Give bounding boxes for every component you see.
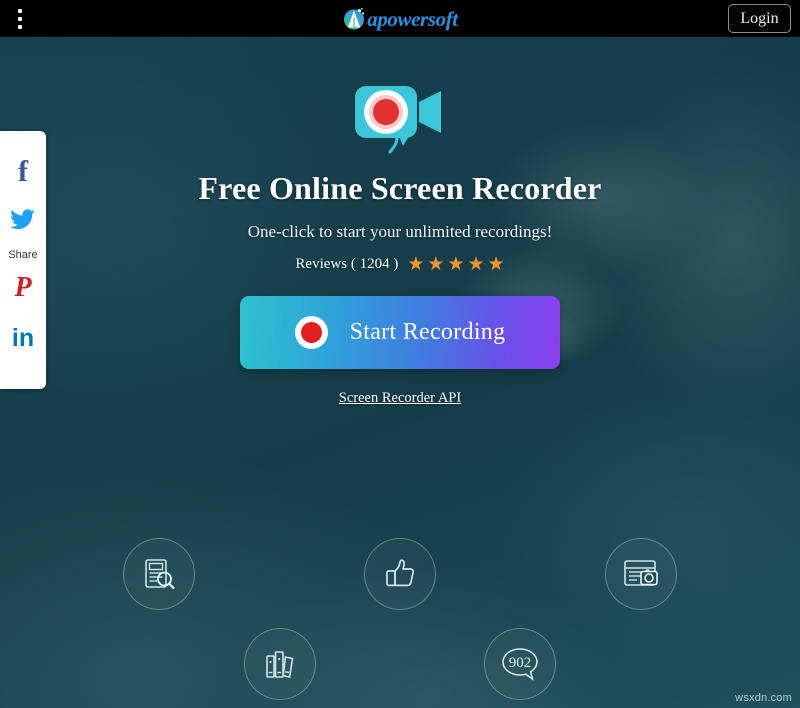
video-camera-record-icon xyxy=(353,80,447,158)
apowersoft-logo-text: apowersoft xyxy=(367,6,458,31)
speech-bubble-count-icon: 902 xyxy=(502,648,538,681)
screen-recorder-api-link[interactable]: Screen Recorder API xyxy=(339,390,461,407)
star-icon: ★ xyxy=(427,254,445,275)
start-recording-button[interactable]: Start Recording xyxy=(240,296,560,369)
login-button[interactable]: Login xyxy=(728,4,791,33)
books-library-icon xyxy=(266,651,294,678)
kebab-dot xyxy=(18,25,22,29)
feature-document-search[interactable] xyxy=(123,538,195,610)
star-icon: ★ xyxy=(447,254,465,275)
share-label: Share xyxy=(8,249,38,261)
social-share-rail: f Share P in xyxy=(0,131,46,389)
share-linkedin-button[interactable]: in xyxy=(0,313,46,363)
star-icon: ★ xyxy=(407,254,425,275)
twitter-icon xyxy=(10,208,36,236)
watermark: wsxdn.com xyxy=(735,692,792,704)
apowersoft-logo[interactable]: apowersoft xyxy=(342,0,458,37)
comment-count-text: 902 xyxy=(509,655,532,671)
top-bar: apowersoft Login xyxy=(0,0,800,37)
window-camera-screenshot-icon xyxy=(624,560,658,586)
page-title: Free Online Screen Recorder xyxy=(198,170,602,206)
linkedin-icon: in xyxy=(11,323,35,352)
facebook-icon: f xyxy=(18,155,28,188)
feature-comment-count[interactable]: 902 xyxy=(484,628,556,700)
document-search-icon xyxy=(145,559,175,590)
feature-window-screenshot[interactable] xyxy=(605,538,677,610)
kebab-menu-icon[interactable] xyxy=(11,7,29,31)
kebab-dot xyxy=(18,17,22,21)
feature-thumbs-up[interactable] xyxy=(364,538,436,610)
feature-books-library[interactable] xyxy=(244,628,316,700)
apowersoft-logo-icon xyxy=(342,6,367,31)
pinterest-icon: P xyxy=(14,272,32,303)
star-icon: ★ xyxy=(467,254,485,275)
thumbs-up-icon xyxy=(386,559,415,587)
kebab-dot xyxy=(18,9,22,13)
rating-stars: ★ ★ ★ ★ ★ xyxy=(407,255,504,274)
record-dot-icon xyxy=(294,316,328,349)
start-recording-label: Start Recording xyxy=(349,319,506,345)
share-twitter-button[interactable] xyxy=(0,197,46,247)
hero-content: Free Online Screen Recorder One-click to… xyxy=(0,0,800,407)
reviews-label: Reviews ( 1204 ) xyxy=(295,256,399,272)
reviews-row: Reviews ( 1204 ) ★ ★ ★ ★ ★ xyxy=(0,255,800,274)
share-pinterest-button[interactable]: P xyxy=(0,263,46,313)
page-subtitle: One-click to start your unlimited record… xyxy=(247,222,553,241)
share-facebook-button[interactable]: f xyxy=(0,147,46,197)
page-root: apowersoft Login f Share P in Free Onlin… xyxy=(0,0,800,708)
star-icon: ★ xyxy=(487,254,505,275)
